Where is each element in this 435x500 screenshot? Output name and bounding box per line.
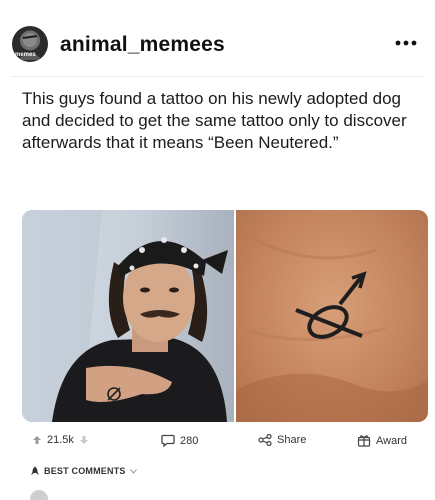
post-image[interactable] [22,210,428,422]
share-icon [258,434,272,446]
upvote-count: 21.5k [47,434,74,446]
chevron-down-icon [129,468,137,474]
avatar-text: memes [15,52,36,58]
award-icon [357,435,371,447]
post-caption: This guys found a tattoo on his newly ad… [22,89,407,152]
more-options-button[interactable] [395,30,417,53]
upvote-icon[interactable] [32,435,42,445]
man-photo-illustration [22,210,228,422]
comment-sort-dropdown[interactable]: BEST COMMENTS [30,466,137,476]
avatar[interactable]: memes [12,26,48,62]
comments-button[interactable]: 280 [161,434,198,447]
dog-tattoo-illustration [236,238,428,422]
man-selfie-photo [22,210,234,422]
comment-icon [161,434,175,447]
username[interactable]: animal_memees [60,33,225,57]
more-horizontal-icon [395,40,417,46]
post-actions-bar: 21.5k 280 Share Award [0,432,435,454]
upvote-group: 21.5k [32,434,89,446]
downvote-icon[interactable] [79,435,89,445]
rocket-icon [31,466,39,475]
comment-count: 280 [180,434,199,447]
dog-tattoo-photo [236,210,428,422]
header-divider [10,76,425,77]
comment-avatar[interactable] [30,490,48,500]
award-button[interactable]: Award [357,434,407,447]
share-label: Share [277,434,307,446]
share-button[interactable]: Share [258,434,306,446]
comment-sort-label: BEST COMMENTS [44,466,126,476]
award-label: Award [376,434,407,447]
post-header: memes animal_memees [0,0,435,78]
